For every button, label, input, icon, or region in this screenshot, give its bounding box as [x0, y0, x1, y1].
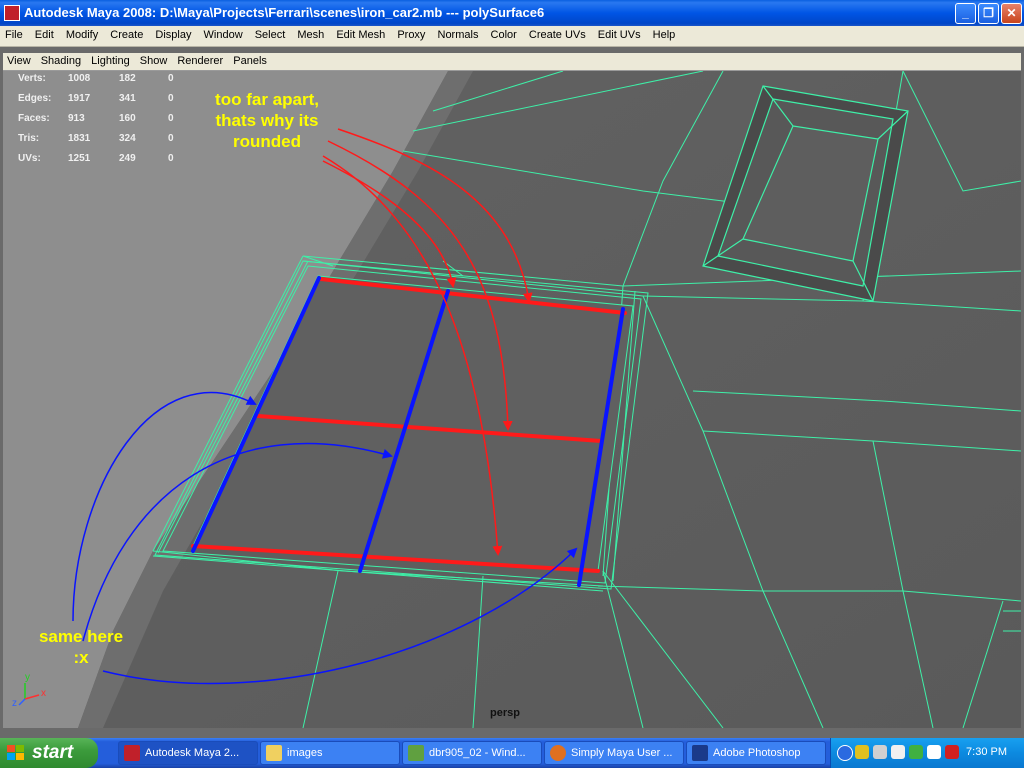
- main-menu-bar: File Edit Modify Create Display Window S…: [0, 26, 1024, 47]
- menu-edit[interactable]: Edit: [30, 26, 58, 41]
- panel-menu-shading[interactable]: Shading: [37, 53, 84, 67]
- hud-value: 341: [119, 93, 136, 104]
- image-viewer-icon: [408, 745, 424, 761]
- task-label: dbr905_02 - Wind...: [429, 747, 526, 759]
- hud-value: 0: [168, 73, 174, 84]
- menu-edit-mesh[interactable]: Edit Mesh: [331, 26, 389, 41]
- sync-icon[interactable]: [909, 745, 923, 759]
- folder-icon: [266, 745, 282, 761]
- task-label: images: [287, 747, 323, 759]
- task-firefox[interactable]: Simply Maya User ...: [544, 741, 684, 765]
- hud-label-verts: Verts:: [18, 73, 46, 84]
- start-button[interactable]: start: [0, 738, 98, 768]
- menu-create-uvs[interactable]: Create UVs: [524, 26, 590, 41]
- menu-color[interactable]: Color: [486, 26, 521, 41]
- title-bar: Autodesk Maya 2008: D:\Maya\Projects\Fer…: [0, 0, 1024, 26]
- hud-value: 0: [168, 93, 174, 104]
- hud-value: 249: [119, 153, 136, 164]
- panel-menu-view[interactable]: View: [3, 53, 34, 67]
- hud-value: 1917: [68, 93, 91, 104]
- annotation-line: too far apart,: [215, 90, 319, 109]
- task-label: Simply Maya User ...: [571, 747, 673, 759]
- menu-create[interactable]: Create: [105, 26, 147, 41]
- tool-icon[interactable]: [891, 745, 905, 759]
- menu-edit-uvs[interactable]: Edit UVs: [593, 26, 645, 41]
- task-image-viewer[interactable]: dbr905_02 - Wind...: [402, 741, 542, 765]
- close-button[interactable]: ✕: [1001, 3, 1022, 24]
- menu-display[interactable]: Display: [150, 26, 195, 41]
- firefox-icon: [550, 745, 566, 761]
- task-label: Adobe Photoshop: [713, 747, 801, 759]
- hud-value: 0: [168, 153, 174, 164]
- menu-select[interactable]: Select: [250, 26, 290, 41]
- hud-label-uvs: UVs:: [18, 153, 41, 164]
- maya-icon: [124, 745, 140, 761]
- menu-file[interactable]: File: [0, 26, 27, 41]
- panel-menu-bar: View Shading Lighting Show Renderer Pane…: [3, 53, 1021, 71]
- photoshop-icon: [692, 745, 708, 761]
- annotation-bottom: same here :x: [21, 626, 141, 668]
- annotation-top: too far apart, thats why its rounded: [193, 89, 341, 152]
- panel-menu-lighting[interactable]: Lighting: [87, 53, 133, 67]
- task-maya[interactable]: Autodesk Maya 2...: [118, 741, 258, 765]
- maximize-button[interactable]: ❐: [978, 3, 999, 24]
- annotation-line: rounded: [233, 132, 301, 151]
- panel-menu-panels[interactable]: Panels: [229, 53, 270, 67]
- hud-value: 324: [119, 133, 136, 144]
- window-title: Autodesk Maya 2008: D:\Maya\Projects\Fer…: [24, 5, 545, 20]
- axis-x-label: x: [41, 688, 46, 699]
- panel-menu-renderer[interactable]: Renderer: [173, 53, 226, 67]
- maya-icon[interactable]: [4, 5, 20, 21]
- hud-value: 0: [168, 133, 174, 144]
- panel-menu-show[interactable]: Show: [136, 53, 171, 67]
- hud-value: 1831: [68, 133, 91, 144]
- hud-label-edges: Edges:: [18, 93, 52, 104]
- menu-proxy[interactable]: Proxy: [392, 26, 429, 41]
- clock: 7:30 PM: [966, 746, 1007, 758]
- security-icon[interactable]: [945, 745, 959, 759]
- system-tray: 7:30 PM: [830, 738, 1024, 768]
- perspective-viewport[interactable]: Verts: 1008 182 0 Edges: 1917 341 0 Face…: [3, 71, 1021, 728]
- hud-value: 913: [68, 113, 85, 124]
- axis-y-label: y: [25, 672, 30, 683]
- axis-z-label: z: [12, 698, 17, 709]
- menu-modify[interactable]: Modify: [61, 26, 102, 41]
- windows-logo-icon: [7, 745, 24, 760]
- network-icon[interactable]: [873, 745, 887, 759]
- menu-mesh[interactable]: Mesh: [292, 26, 328, 41]
- hud-value: 160: [119, 113, 136, 124]
- mesh-wireframe: [3, 71, 1021, 728]
- start-label: start: [32, 742, 74, 763]
- menu-normals[interactable]: Normals: [433, 26, 483, 41]
- chevron-left-icon[interactable]: [837, 745, 853, 761]
- annotation-line: same here: [38, 627, 124, 646]
- hud-value: 0: [168, 113, 174, 124]
- task-images[interactable]: images: [260, 741, 400, 765]
- task-label: Autodesk Maya 2...: [145, 747, 240, 759]
- menu-help[interactable]: Help: [648, 26, 680, 41]
- shield-icon[interactable]: [855, 745, 869, 759]
- annotation-line: :x: [73, 648, 89, 667]
- taskbar: start Autodesk Maya 2... images dbr905_0…: [0, 738, 1024, 768]
- hud-value: 1251: [68, 153, 91, 164]
- hud-value: 1008: [68, 73, 91, 84]
- menu-window[interactable]: Window: [199, 26, 247, 41]
- cloud-icon[interactable]: [927, 745, 941, 759]
- hud-label-tris: Tris:: [18, 133, 40, 144]
- annotation-line: thats why its: [215, 111, 319, 130]
- camera-label: persp: [490, 707, 520, 719]
- hud-label-faces: Faces:: [18, 113, 50, 124]
- minimize-button[interactable]: _: [955, 3, 976, 24]
- task-photoshop[interactable]: Adobe Photoshop: [686, 741, 826, 765]
- hud-value: 182: [119, 73, 136, 84]
